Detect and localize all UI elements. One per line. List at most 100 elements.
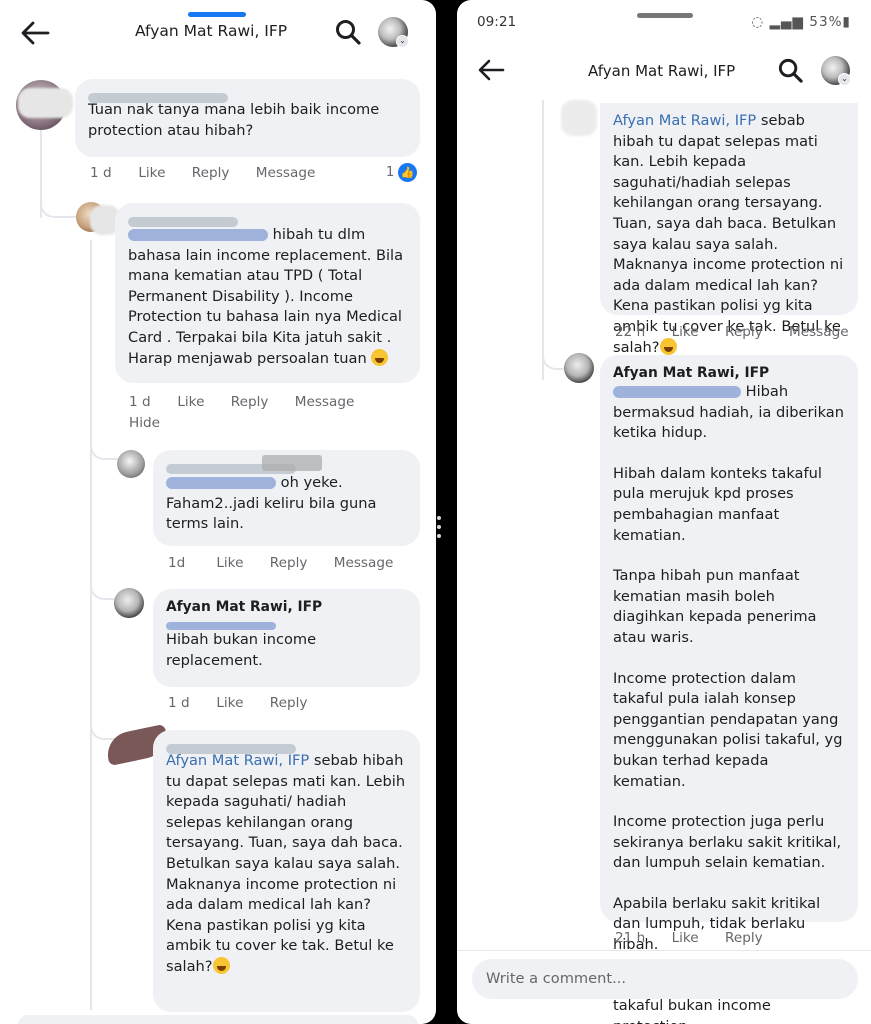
- grin-emoji-icon: [371, 348, 389, 366]
- reply-link[interactable]: Reply: [192, 165, 230, 181]
- status-time: 09:21: [477, 14, 517, 30]
- thread-line: [90, 240, 92, 1010]
- battery-level: 53%: [809, 14, 843, 30]
- thread-branch: [90, 710, 118, 740]
- like-link[interactable]: Like: [177, 394, 204, 410]
- comment-bubble[interactable]: Afyan Mat Rawi, IFP sebab hibah tu dapat…: [153, 730, 420, 1012]
- comment-text: Hibah bukan income replacement.: [166, 631, 317, 669]
- reply-link[interactable]: Reply: [231, 394, 269, 410]
- comment-text: Afyan Mat Rawi, IFP sebab hibah tu dapat…: [613, 111, 849, 358]
- mention-link[interactable]: Afyan Mat Rawi, IFP: [166, 752, 309, 769]
- thread-branch: [90, 570, 118, 600]
- search-icon[interactable]: [334, 18, 362, 46]
- reply-link[interactable]: Reply: [270, 695, 308, 711]
- reply-link[interactable]: Reply: [270, 555, 308, 571]
- thread-branch: [90, 430, 118, 460]
- comment-author[interactable]: Afyan Mat Rawi, IFP: [613, 364, 845, 382]
- comment-paragraph: Tanpa hibah pun manfaat kematian masih b…: [613, 567, 817, 646]
- comment-actions: 1d Like Reply Message: [168, 555, 415, 571]
- thread-line: [542, 100, 544, 380]
- comment-bubble[interactable]: hibah tu dlm bahasa lain income replacem…: [115, 203, 420, 383]
- like-link[interactable]: Like: [138, 165, 165, 181]
- app-bar: Afyan Mat Rawi, IFP ⌄: [457, 46, 871, 96]
- comment-input[interactable]: Write a comment...: [472, 959, 858, 999]
- comment-time: 1 d: [168, 695, 190, 711]
- blurred-mention: [166, 477, 276, 489]
- comment-actions: 21 h Like Reply: [615, 930, 785, 946]
- reply-link[interactable]: Reply: [725, 930, 763, 946]
- comment-paragraph: Income protection dalam takaful pula ial…: [613, 669, 843, 790]
- comment-paragraph: Hibah dalam konteks takaful pula merujuk…: [613, 464, 822, 544]
- grin-emoji-icon: [659, 337, 677, 355]
- comment-text: Afyan Mat Rawi, IFP sebab hibah tu dapat…: [166, 751, 406, 978]
- comment-time: 1d: [168, 555, 186, 571]
- comment-actions: 1 d Like Reply Message: [129, 394, 376, 410]
- comment-actions: 1 d Like Reply Message: [90, 165, 337, 181]
- reaction-count-number: 1: [386, 165, 395, 180]
- blurred-area: [18, 88, 73, 118]
- back-arrow-icon[interactable]: [20, 20, 50, 46]
- message-link[interactable]: Message: [789, 324, 849, 340]
- author-avatar[interactable]: [564, 353, 594, 383]
- search-icon[interactable]: [777, 57, 804, 84]
- wifi-icon: ◌: [751, 14, 765, 30]
- comment-bubble[interactable]: oh yeke. Faham2..jadi keliru bila guna t…: [153, 450, 420, 546]
- thread-branch: [40, 180, 80, 218]
- thread-branch: [542, 340, 564, 370]
- blurred-mention: [613, 386, 741, 398]
- left-screen: Afyan Mat Rawi, IFP ⌄ Tuan nak tanya man…: [0, 0, 436, 1024]
- author-avatar[interactable]: [114, 588, 144, 618]
- comment-bubble[interactable]: Afyan Mat Rawi, IFP Hibah bermaksud hadi…: [600, 355, 858, 1024]
- page-title: Afyan Mat Rawi, IFP: [135, 22, 288, 40]
- comment-time: 1 d: [129, 394, 151, 410]
- comment-actions: 22 h Like Reply Message: [615, 324, 871, 340]
- comment-time: 1 d: [90, 165, 112, 181]
- page-title: Afyan Mat Rawi, IFP: [588, 62, 736, 80]
- profile-avatar[interactable]: ⌄: [378, 17, 409, 48]
- comment-text-body: hibah tu dlm bahasa lain income replacem…: [128, 226, 404, 367]
- status-icons: ◌ ▂▄▆ 53%▮: [751, 14, 851, 30]
- comment-bubble[interactable]: Afyan Mat Rawi, IFP sebab hibah tu dapat…: [600, 103, 858, 356]
- chevron-down-icon: ⌄: [396, 35, 409, 48]
- comment-text: Tuan nak tanya mana lebih baik income pr…: [88, 101, 380, 139]
- chevron-down-icon: ⌄: [838, 73, 851, 86]
- commenter-avatar[interactable]: [117, 450, 145, 478]
- drag-handle[interactable]: [637, 13, 693, 18]
- comment-paragraph: Income protection juga perlu sekiranya b…: [613, 813, 842, 872]
- signal-icon: ▂▄▆: [769, 14, 804, 30]
- blurred-mention: [128, 229, 268, 241]
- like-link[interactable]: Like: [672, 930, 699, 946]
- mention-link[interactable]: Afyan Mat Rawi, IFP: [613, 112, 756, 129]
- reaction-count[interactable]: 1 👍: [386, 163, 418, 182]
- hide-link[interactable]: Hide: [129, 415, 160, 431]
- comment-text-body: sebab hibah tu dapat selepas mati kan. L…: [166, 752, 406, 975]
- back-arrow-icon[interactable]: [477, 58, 505, 82]
- right-screen: 09:21 ◌ ▂▄▆ 53%▮ Afyan Mat Rawi, IFP ⌄ A…: [457, 0, 871, 1024]
- app-bar: Afyan Mat Rawi, IFP ⌄: [0, 10, 436, 60]
- comment-text: oh yeke. Faham2..jadi keliru bila guna t…: [166, 473, 407, 535]
- comment-bubble[interactable]: Afyan Mat Rawi, IFP Hibah bukan income r…: [153, 589, 420, 687]
- battery-icon: ▮: [842, 14, 851, 30]
- comment-input-edge: [18, 1015, 418, 1024]
- like-link[interactable]: Like: [672, 324, 699, 340]
- comment-paragraph: Hibah bermaksud hadiah, ia diberikan ket…: [613, 382, 845, 444]
- comment-author[interactable]: Afyan Mat Rawi, IFP: [166, 598, 407, 616]
- comment-text: hibah tu dlm bahasa lain income replacem…: [128, 225, 407, 369]
- like-reaction-icon: 👍: [398, 163, 418, 182]
- comment-input-placeholder: Write a comment...: [486, 970, 627, 987]
- comment-actions: 1 d Like Reply: [168, 695, 329, 711]
- input-divider: [457, 950, 871, 951]
- message-link[interactable]: Message: [256, 165, 316, 181]
- like-link[interactable]: Like: [216, 555, 243, 571]
- grin-emoji-icon: [212, 956, 230, 974]
- reply-link[interactable]: Reply: [725, 324, 763, 340]
- message-link[interactable]: Message: [295, 394, 355, 410]
- split-divider[interactable]: [437, 516, 441, 543]
- blurred-mention: [166, 622, 276, 630]
- like-link[interactable]: Like: [216, 695, 243, 711]
- message-link[interactable]: Message: [334, 555, 394, 571]
- comment-bubble[interactable]: Tuan nak tanya mana lebih baik income pr…: [75, 79, 420, 157]
- comment-time: 22 h: [615, 324, 646, 340]
- comment-paragraph: Apabila berlaku sakit kritikal dan lumpu…: [613, 894, 821, 954]
- profile-avatar[interactable]: ⌄: [821, 56, 851, 86]
